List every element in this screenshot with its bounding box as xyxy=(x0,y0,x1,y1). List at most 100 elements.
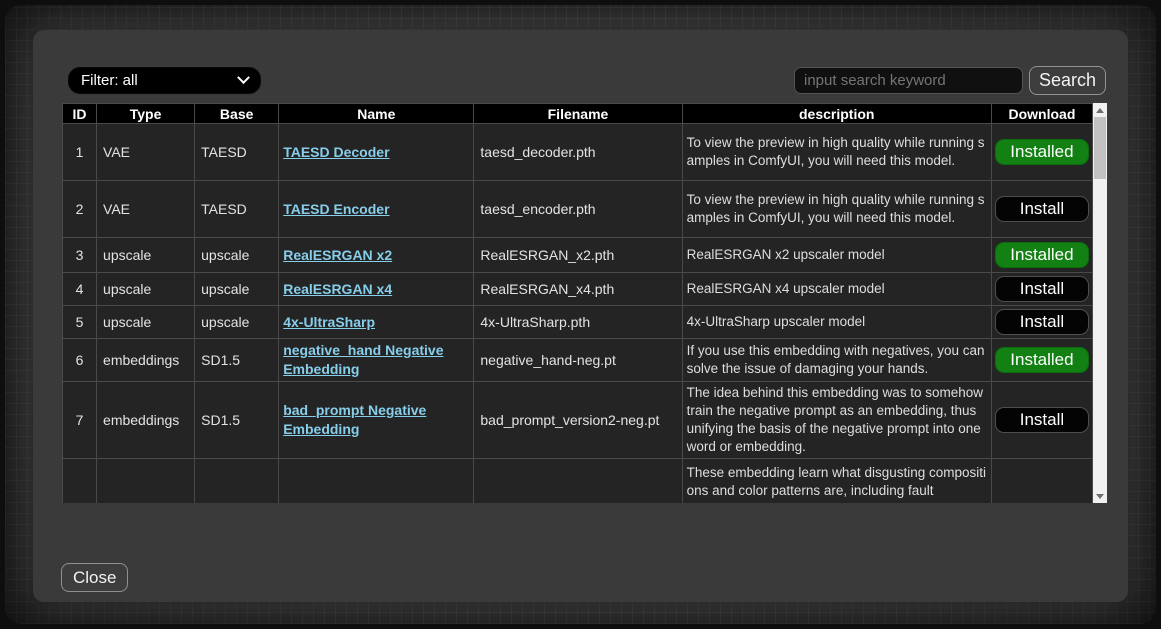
cell-download: Install xyxy=(991,306,1092,339)
cell-name: bad_prompt Negative Embedding xyxy=(279,382,474,459)
cell-name: RealESRGAN x4 xyxy=(279,273,474,306)
cell-id: 5 xyxy=(63,306,97,339)
cell-id: 6 xyxy=(63,339,97,382)
column-header-download: Download xyxy=(991,104,1092,124)
chevron-down-icon xyxy=(237,71,250,84)
cell-filename: bad_prompt_version2-neg.pt xyxy=(474,382,682,459)
cell-id: 7 xyxy=(63,382,97,459)
cell-type: VAE xyxy=(97,124,195,181)
cell-download: Install xyxy=(991,273,1092,306)
cell-download: Install xyxy=(991,181,1092,238)
column-header-description: description xyxy=(682,104,991,124)
model-manager-dialog: Filter: all Search IDTypeBaseNameFilenam… xyxy=(33,30,1128,602)
cell-filename: negative_hand-neg.pt xyxy=(474,339,682,382)
model-name-link[interactable]: 4x-UltraSharp xyxy=(283,314,375,330)
cell-base: upscale xyxy=(195,238,279,273)
search-input[interactable] xyxy=(794,67,1023,94)
table-row: 1 VAE TAESD TAESD Decoder taesd_decoder.… xyxy=(63,124,1093,181)
cell-filename: 4x-UltraSharp.pth xyxy=(474,306,682,339)
cell-download: Installed xyxy=(991,238,1092,273)
cell-name xyxy=(279,459,474,504)
model-name-link[interactable]: TAESD Encoder xyxy=(283,201,389,217)
column-header-name: Name xyxy=(279,104,474,124)
table-header-row: IDTypeBaseNameFilenamedescriptionDownloa… xyxy=(63,104,1093,124)
model-name-link[interactable]: RealESRGAN x4 xyxy=(283,281,392,297)
cell-type: embeddings xyxy=(97,339,195,382)
model-table-container: IDTypeBaseNameFilenamedescriptionDownloa… xyxy=(62,103,1107,503)
cell-download: Install xyxy=(991,382,1092,459)
cell-base: TAESD xyxy=(195,124,279,181)
cell-filename: RealESRGAN_x2.pth xyxy=(474,238,682,273)
scroll-up-arrow-icon[interactable] xyxy=(1093,103,1107,117)
cell-base xyxy=(195,459,279,504)
table-row: 6 embeddings SD1.5 negative_hand Negativ… xyxy=(63,339,1093,382)
table-row: These embedding learn what disgusting co… xyxy=(63,459,1093,504)
filter-selected-label: Filter: all xyxy=(81,72,138,89)
cell-description: 4x-UltraSharp upscaler model xyxy=(682,306,991,339)
scrollbar-thumb[interactable] xyxy=(1094,117,1106,179)
cell-description: To view the preview in high quality whil… xyxy=(682,124,991,181)
cell-id: 2 xyxy=(63,181,97,238)
column-header-filename: Filename xyxy=(474,104,682,124)
cell-id: 1 xyxy=(63,124,97,181)
cell-description: The idea behind this embedding was to so… xyxy=(682,382,991,459)
comfyui-canvas: Filter: all Search IDTypeBaseNameFilenam… xyxy=(5,5,1156,624)
model-name-link[interactable]: RealESRGAN x2 xyxy=(283,247,392,263)
table-scrollbar[interactable] xyxy=(1093,103,1107,503)
cell-base: TAESD xyxy=(195,181,279,238)
install-button[interactable]: Install xyxy=(995,407,1089,433)
table-row: 5 upscale upscale 4x-UltraSharp 4x-Ultra… xyxy=(63,306,1093,339)
column-header-id: ID xyxy=(63,104,97,124)
cell-description: RealESRGAN x2 upscaler model xyxy=(682,238,991,273)
table-row: 3 upscale upscale RealESRGAN x2 RealESRG… xyxy=(63,238,1093,273)
cell-download xyxy=(991,459,1092,504)
cell-type: embeddings xyxy=(97,382,195,459)
install-button[interactable]: Installed xyxy=(995,242,1089,268)
cell-description: RealESRGAN x4 upscaler model xyxy=(682,273,991,306)
cell-download: Installed xyxy=(991,124,1092,181)
table-body: 1 VAE TAESD TAESD Decoder taesd_decoder.… xyxy=(63,124,1093,504)
cell-name: TAESD Encoder xyxy=(279,181,474,238)
cell-filename: RealESRGAN_x4.pth xyxy=(474,273,682,306)
cell-base: upscale xyxy=(195,306,279,339)
cell-type: upscale xyxy=(97,238,195,273)
close-button[interactable]: Close xyxy=(61,563,128,592)
cell-filename: taesd_decoder.pth xyxy=(474,124,682,181)
cell-id: 3 xyxy=(63,238,97,273)
cell-id xyxy=(63,459,97,504)
column-header-type: Type xyxy=(97,104,195,124)
filter-dropdown[interactable]: Filter: all xyxy=(68,67,261,94)
column-header-base: Base xyxy=(195,104,279,124)
cell-description: To view the preview in high quality whil… xyxy=(682,181,991,238)
install-button[interactable]: Install xyxy=(995,196,1089,222)
cell-download: Installed xyxy=(991,339,1092,382)
model-table: IDTypeBaseNameFilenamedescriptionDownloa… xyxy=(62,103,1093,503)
model-name-link[interactable]: bad_prompt Negative Embedding xyxy=(283,402,426,437)
cell-base: SD1.5 xyxy=(195,382,279,459)
install-button[interactable]: Installed xyxy=(995,347,1089,373)
cell-description: These embedding learn what disgusting co… xyxy=(682,459,991,504)
model-name-link[interactable]: TAESD Decoder xyxy=(283,144,389,160)
table-row: 4 upscale upscale RealESRGAN x4 RealESRG… xyxy=(63,273,1093,306)
cell-type: VAE xyxy=(97,181,195,238)
cell-filename: taesd_encoder.pth xyxy=(474,181,682,238)
search-button[interactable]: Search xyxy=(1029,66,1106,95)
cell-filename xyxy=(474,459,682,504)
scroll-down-arrow-icon[interactable] xyxy=(1093,489,1107,503)
cell-base: upscale xyxy=(195,273,279,306)
cell-type: upscale xyxy=(97,306,195,339)
cell-id: 4 xyxy=(63,273,97,306)
cell-type: upscale xyxy=(97,273,195,306)
install-button[interactable]: Installed xyxy=(995,139,1089,165)
install-button[interactable]: Install xyxy=(995,309,1089,335)
table-row: 2 VAE TAESD TAESD Encoder taesd_encoder.… xyxy=(63,181,1093,238)
table-row: 7 embeddings SD1.5 bad_prompt Negative E… xyxy=(63,382,1093,459)
cell-description: If you use this embedding with negatives… xyxy=(682,339,991,382)
cell-name: negative_hand Negative Embedding xyxy=(279,339,474,382)
model-name-link[interactable]: negative_hand Negative Embedding xyxy=(283,342,443,377)
cell-base: SD1.5 xyxy=(195,339,279,382)
cell-name: TAESD Decoder xyxy=(279,124,474,181)
cell-name: RealESRGAN x2 xyxy=(279,238,474,273)
install-button[interactable]: Install xyxy=(995,276,1089,302)
cell-type xyxy=(97,459,195,504)
